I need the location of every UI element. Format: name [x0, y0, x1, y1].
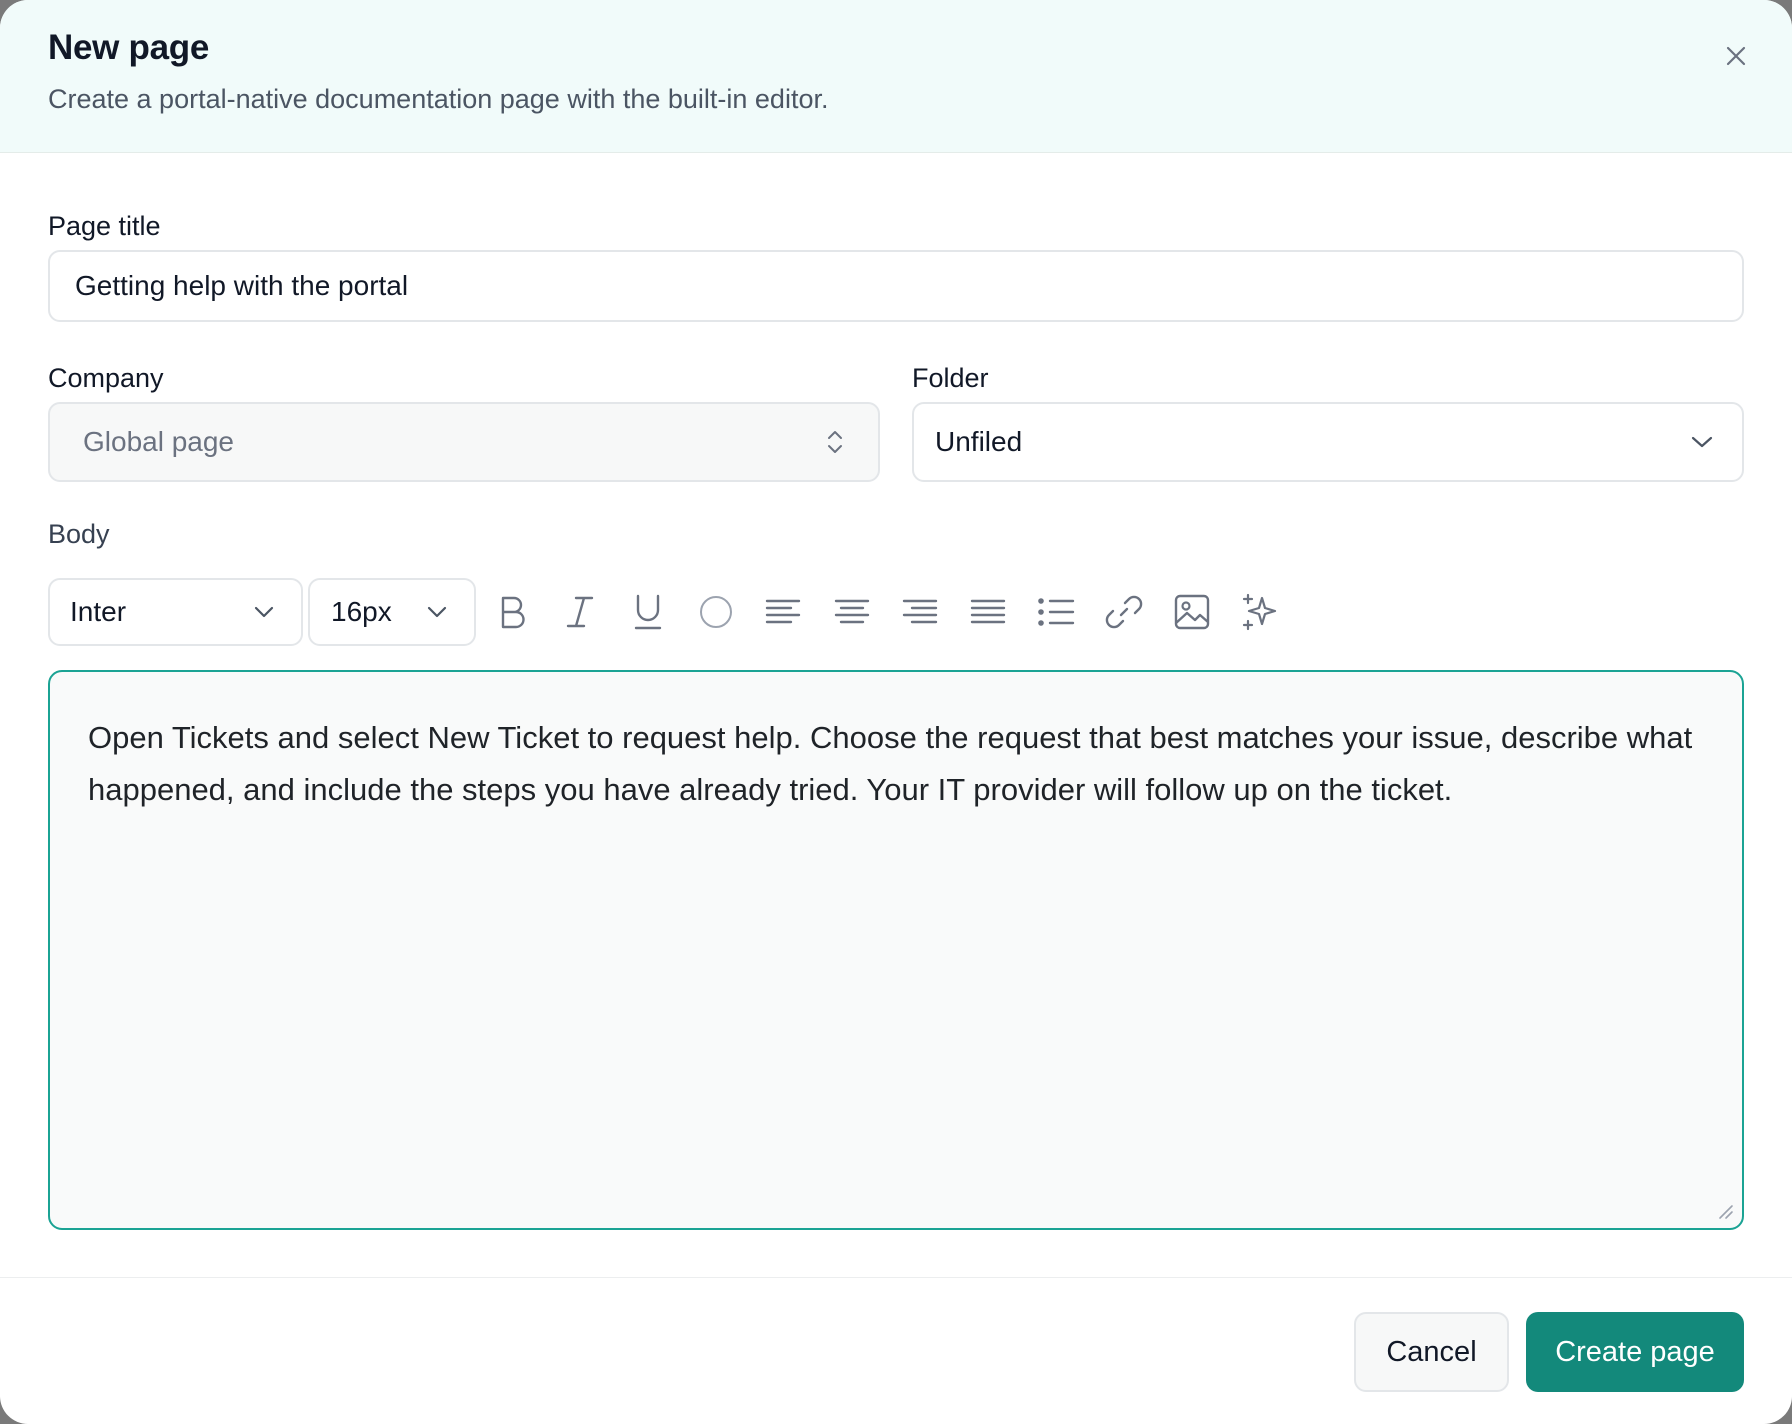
image-icon [1174, 594, 1210, 630]
chevron-up-down-icon [826, 428, 844, 456]
cancel-button[interactable]: Cancel [1354, 1312, 1509, 1392]
close-icon [1726, 46, 1746, 66]
body-editor[interactable]: Open Tickets and select New Ticket to re… [48, 670, 1744, 1230]
body-text: Open Tickets and select New Ticket to re… [88, 720, 1693, 807]
align-justify-icon [970, 599, 1006, 624]
chevron-down-icon [253, 605, 275, 619]
text-color-icon [700, 596, 732, 628]
create-page-button[interactable]: Create page [1526, 1312, 1744, 1392]
bullet-list-icon [1038, 598, 1075, 626]
company-value: Global page [83, 426, 235, 457]
font-family-value: Inter [70, 596, 127, 627]
dialog-header: New page Create a portal-native document… [0, 0, 1792, 153]
ai-assist-button[interactable] [1236, 588, 1284, 636]
dialog-subtitle: Create a portal-native documentation pag… [48, 84, 829, 114]
align-left-button[interactable] [759, 588, 807, 636]
dialog-title: New page [48, 28, 209, 67]
company-label: Company [48, 363, 164, 393]
page-title-label: Page title [48, 211, 161, 241]
chevron-down-icon [1690, 434, 1714, 450]
align-right-button[interactable] [896, 588, 944, 636]
align-center-button[interactable] [828, 588, 876, 636]
company-select[interactable]: Global page [48, 402, 880, 482]
font-family-select[interactable]: Inter [48, 578, 303, 646]
close-button[interactable] [1716, 36, 1756, 76]
new-page-dialog: New page Create a portal-native document… [0, 0, 1792, 1424]
folder-label: Folder [912, 363, 989, 393]
align-right-icon [902, 599, 938, 624]
italic-icon [566, 596, 594, 628]
image-button[interactable] [1168, 588, 1216, 636]
bold-icon [501, 596, 525, 629]
chevron-down-icon [426, 605, 448, 619]
body-label: Body [48, 519, 110, 549]
folder-select[interactable]: Unfiled [912, 402, 1744, 482]
link-icon [1105, 595, 1143, 629]
font-size-value: 16px [331, 596, 392, 627]
font-size-select[interactable]: 16px [308, 578, 476, 646]
underline-icon [634, 594, 662, 630]
align-left-icon [765, 599, 801, 624]
page-title-input[interactable]: Getting help with the portal [48, 250, 1744, 322]
folder-value: Unfiled [935, 426, 1023, 457]
bold-button[interactable] [488, 588, 536, 636]
italic-button[interactable] [556, 588, 604, 636]
text-color-button[interactable] [692, 588, 740, 636]
footer-divider [0, 1277, 1792, 1278]
align-justify-button[interactable] [964, 588, 1012, 636]
underline-button[interactable] [624, 588, 672, 636]
link-button[interactable] [1100, 588, 1148, 636]
resize-grip-icon[interactable] [1716, 1202, 1734, 1220]
align-center-icon [834, 599, 870, 624]
ai-sparkle-icon [1242, 593, 1277, 631]
bullet-list-button[interactable] [1032, 588, 1080, 636]
page-title-value: Getting help with the portal [75, 270, 409, 301]
